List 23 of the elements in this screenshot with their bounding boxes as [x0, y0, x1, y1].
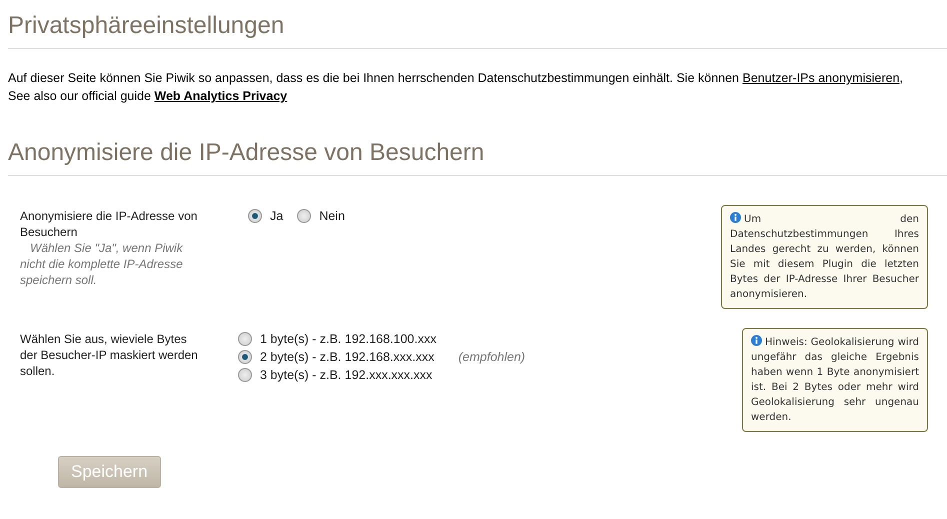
- option-label[interactable]: 2 byte(s) - z.B. 192.168.xxx.xxx: [260, 349, 434, 365]
- option-label[interactable]: Ja: [270, 208, 284, 224]
- help-box: Um den Datenschutzbestimmungen Ihres Landes gerecht zu werden, können Sie mit diesem Plugin die letzten Bytes der IP-Adresse Ihrer Besucher anonymisieren.: [721, 205, 928, 309]
- privacy-guide-link[interactable]: Web Analytics Privacy: [154, 89, 288, 103]
- setting-label: Wählen Sie aus, wieviele Bytes der Besucher-IP maskiert werden sollen.: [20, 331, 199, 379]
- radio-button[interactable]: [238, 350, 252, 364]
- anonymize-link[interactable]: Benutzer-IPs anonymisieren: [742, 71, 900, 85]
- info-icon: [751, 335, 762, 346]
- option-label[interactable]: Nein: [319, 208, 345, 224]
- option-label[interactable]: 3 byte(s) - z.B. 192.xxx.xxx.xxx: [260, 367, 432, 383]
- info-icon: [730, 212, 741, 223]
- section-title: Anonymisiere die IP-Adresse von Besuchern: [8, 139, 947, 176]
- radio-button[interactable]: [297, 209, 312, 223]
- radio-button[interactable]: [238, 332, 252, 346]
- radio-button[interactable]: [248, 209, 262, 223]
- option-label[interactable]: 1 byte(s) - z.B. 192.168.100.xxx: [260, 331, 436, 347]
- setting-description: Wählen Sie "Ja", wenn Piwik nicht die komplette IP-Adresse speichern soll.: [20, 240, 184, 288]
- intro-paragraph: Auf dieser Seite können Sie Piwik so anpassen, dass es die bei Ihnen herrschenden Datenschutzbestimmungen einhält. Sie können Benutzer-IPs anonymisieren, See also our official guide Web Analytics Privacy: [8, 70, 904, 105]
- setting-label: Anonymisiere die IP-Adresse von Besuchern: [20, 208, 198, 240]
- help-box: Hinweis: Geolokalisierung wird ungefähr das gleiche Ergebnis haben wenn 1 Byte anonymisiert ist. Bei 2 Bytes oder mehr wird Geolokalisierung sehr ungenau werden.: [742, 328, 928, 432]
- option-note: (empfohlen): [458, 349, 526, 365]
- radio-button[interactable]: [238, 368, 252, 382]
- page-title: Privatsphäreeinstellungen: [8, 8, 947, 49]
